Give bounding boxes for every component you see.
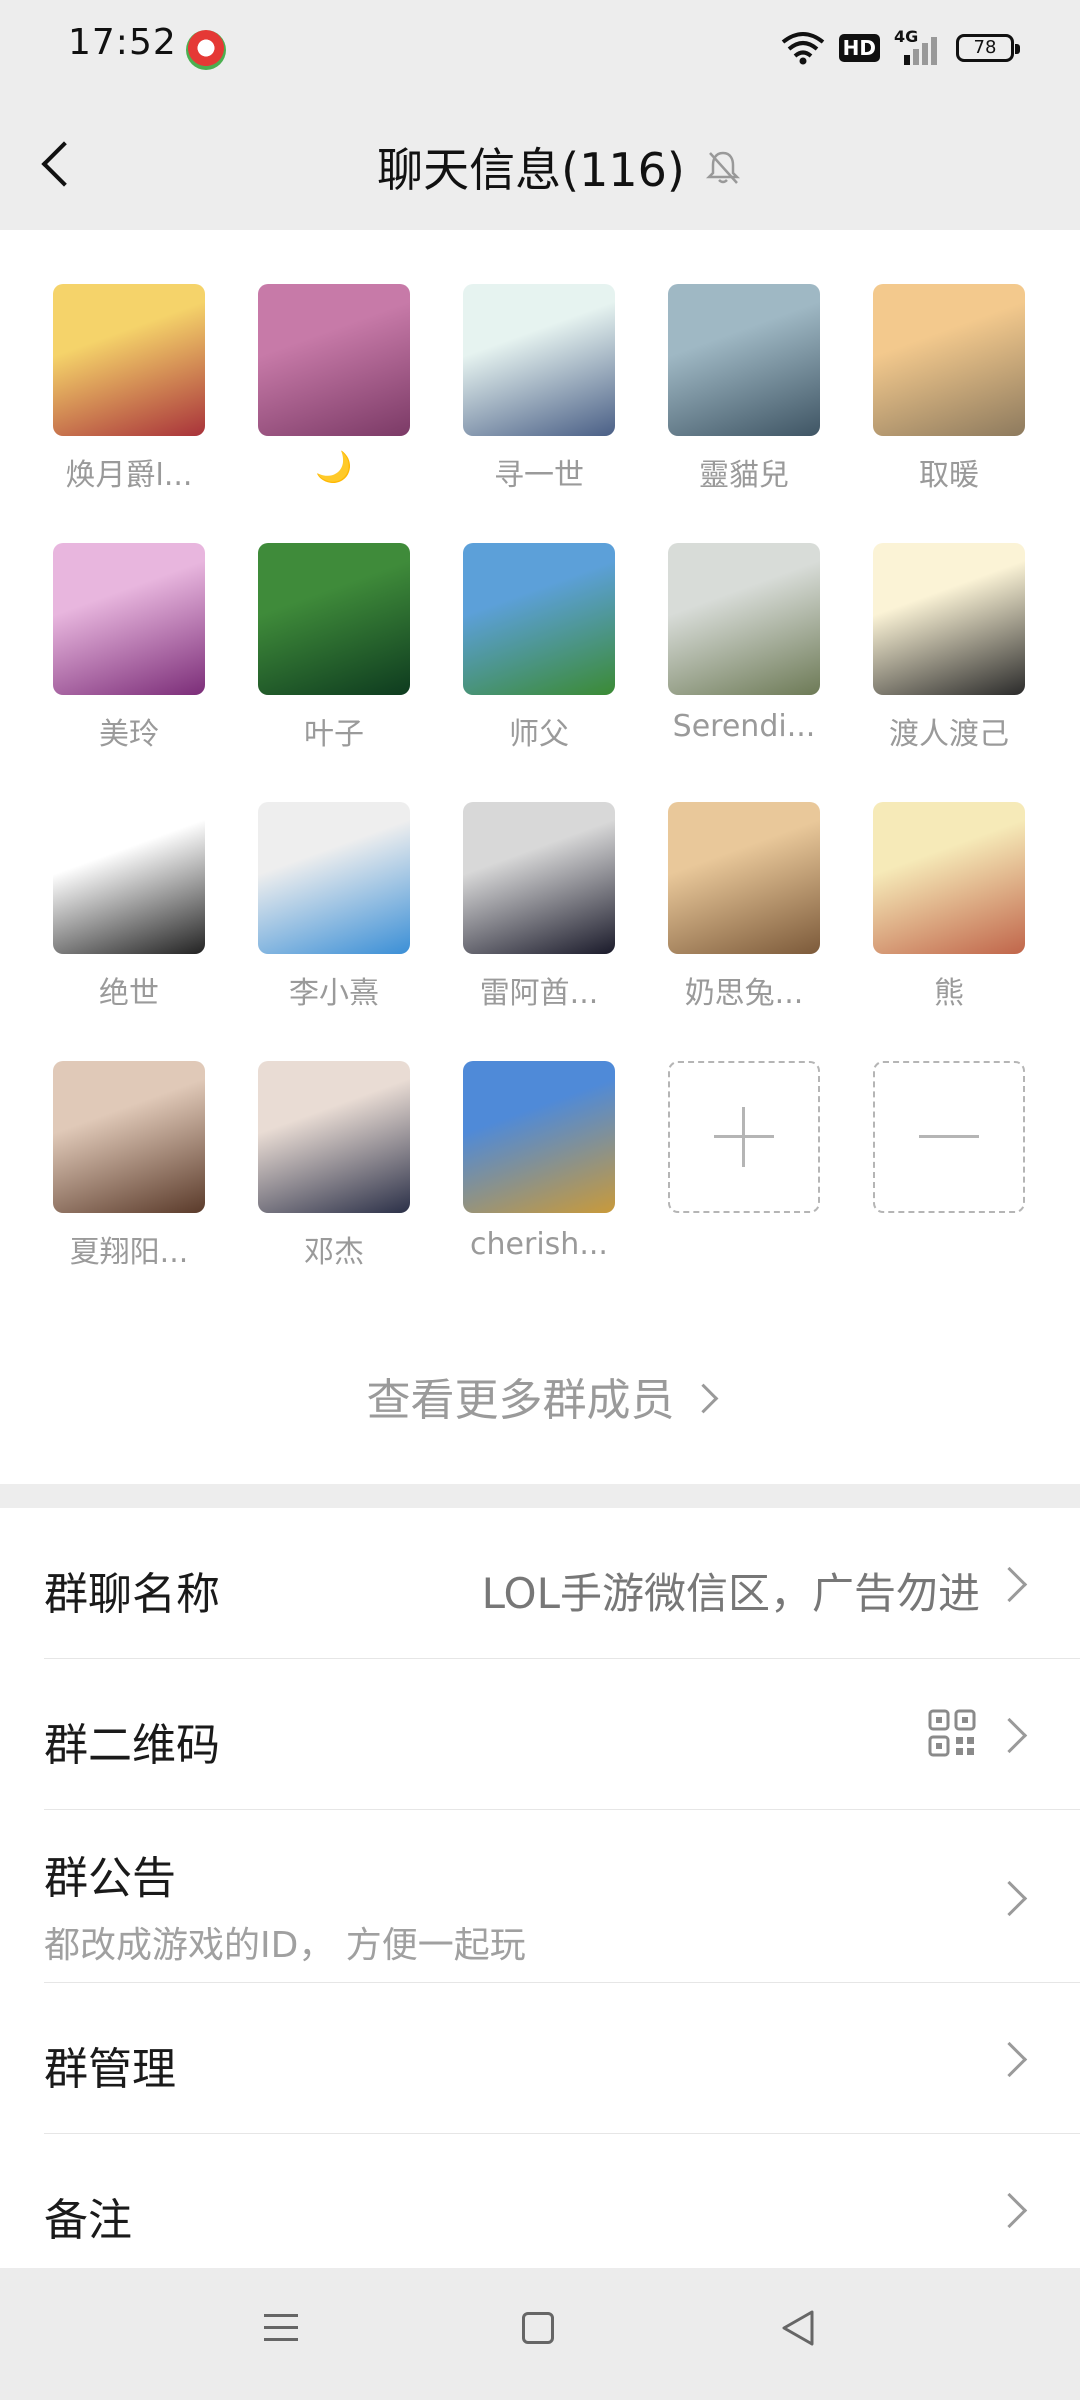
member-name: 李小熹 <box>289 976 379 1011</box>
qr-code-icon <box>928 1709 976 1757</box>
chevron-right-icon <box>991 1566 1028 1603</box>
member-name: 渡人渡己 <box>889 717 1009 752</box>
view-more-members-link[interactable]: 查看更多群成员 <box>0 1364 1080 1428</box>
member-name: 叶子 <box>304 717 364 752</box>
network-type-label: 4G <box>894 27 919 46</box>
member-item[interactable]: Serendi... <box>668 543 820 744</box>
member-name: cherish... <box>470 1227 608 1262</box>
member-item[interactable]: 师父 <box>463 543 615 753</box>
member-item[interactable]: 渡人渡己 <box>873 543 1025 753</box>
system-nav-bar <box>0 2268 1080 2400</box>
chevron-right-icon <box>688 1383 718 1414</box>
group-name-label: 群聊名称 <box>44 1569 220 1620</box>
menu-icon[interactable] <box>262 2308 302 2348</box>
member-name: 绝世 <box>99 976 159 1011</box>
member-item[interactable]: 取暖 <box>873 284 1025 494</box>
member-name: 邓杰 <box>304 1235 364 1270</box>
signal-icon: 4G <box>894 27 942 67</box>
member-name: 取暖 <box>919 458 979 493</box>
battery-icon: 78 <box>956 34 1020 62</box>
group-qr-label: 群二维码 <box>44 1720 220 1771</box>
member-panel: 焕月爵l... 🌙 寻一世 靈貓兒 取暖美玲 叶子 师父 Serendi... 渡人渡己绝世 李小… <box>0 230 1080 1484</box>
member-name: 靈貓兒 <box>699 458 789 493</box>
member-name: 🌙 <box>315 450 353 485</box>
chevron-right-icon <box>991 1880 1028 1917</box>
member-item[interactable]: 邓杰 <box>258 1061 410 1271</box>
member-name: Serendi... <box>672 709 816 744</box>
announcement-row[interactable]: 群公告 都改成游戏的ID， 方便一起玩 <box>0 1810 1080 1982</box>
title-bar: 聊天信息(116) <box>0 96 1080 230</box>
group-management-label: 群管理 <box>44 2044 176 2095</box>
page-title: 聊天信息(116) <box>377 143 685 197</box>
member-item[interactable]: 🌙 <box>258 284 410 485</box>
avatar <box>258 543 410 695</box>
member-item[interactable]: 李小熹 <box>258 802 410 1012</box>
remark-label: 备注 <box>44 2195 132 2246</box>
avatar <box>668 802 820 954</box>
avatar <box>463 543 615 695</box>
avatar <box>258 802 410 954</box>
member-item[interactable]: 夏翔阳... <box>53 1061 205 1271</box>
avatar <box>53 1061 205 1213</box>
member-item[interactable]: 雷阿酋... <box>463 802 615 1012</box>
chevron-right-icon <box>991 2041 1028 2078</box>
announcement-label: 群公告 <box>44 1853 176 1904</box>
member-item[interactable]: 美玲 <box>53 543 205 753</box>
add-member-button[interactable] <box>668 1061 820 1213</box>
avatar <box>53 543 205 695</box>
minus-icon <box>873 1061 1025 1213</box>
hd-icon: HD <box>838 34 880 62</box>
view-more-label: 查看更多群成员 <box>366 1375 675 1426</box>
remove-member-button[interactable] <box>873 1061 1025 1213</box>
member-name: 师父 <box>509 717 569 752</box>
app-notification-icon <box>186 30 226 70</box>
member-name: 夏翔阳... <box>69 1235 189 1270</box>
chevron-right-icon <box>991 2192 1028 2229</box>
home-icon[interactable] <box>522 2312 554 2344</box>
mute-bell-icon <box>705 151 740 184</box>
avatar <box>463 802 615 954</box>
member-name: 奶思兔... <box>684 976 804 1011</box>
group-name-row[interactable]: 群聊名称 LOL手游微信区，广告勿进 <box>0 1508 1080 1658</box>
avatar <box>873 802 1025 954</box>
member-item[interactable]: 靈貓兒 <box>668 284 820 494</box>
avatar <box>873 284 1025 436</box>
remark-row[interactable]: 备注 <box>0 2134 1080 2268</box>
avatar <box>668 284 820 436</box>
member-item[interactable]: 叶子 <box>258 543 410 753</box>
chevron-right-icon <box>991 1717 1028 1754</box>
group-management-row[interactable]: 群管理 <box>0 1983 1080 2133</box>
avatar <box>463 1061 615 1213</box>
back-triangle-icon[interactable] <box>780 2308 816 2348</box>
avatar <box>258 284 410 436</box>
member-item[interactable]: 焕月爵l... <box>53 284 205 494</box>
member-item[interactable]: cherish... <box>463 1061 615 1262</box>
status-time: 17:52 <box>68 22 177 63</box>
settings-list: 群聊名称 LOL手游微信区，广告勿进 群二维码 群公告 都改成游戏的ID， 方便… <box>0 1508 1080 2268</box>
group-name-value: LOL手游微信区，广告勿进 <box>481 1569 980 1618</box>
member-item[interactable]: 绝世 <box>53 802 205 1012</box>
wifi-icon <box>781 32 824 65</box>
member-name: 熊 <box>934 976 964 1011</box>
announcement-text: 都改成游戏的ID， 方便一起玩 <box>44 1925 526 1966</box>
member-name: 寻一世 <box>494 458 584 493</box>
member-name: 雷阿酋... <box>479 976 599 1011</box>
avatar <box>53 284 205 436</box>
avatar <box>873 543 1025 695</box>
member-name: 美玲 <box>99 717 159 752</box>
member-item[interactable]: 奶思兔... <box>668 802 820 1012</box>
member-item[interactable]: 熊 <box>873 802 1025 1012</box>
member-name: 焕月爵l... <box>65 458 193 493</box>
plus-icon <box>668 1061 820 1213</box>
avatar <box>668 543 820 695</box>
member-item[interactable]: 寻一世 <box>463 284 615 494</box>
status-bar: 17:52 HD 4G 78 <box>0 0 1080 96</box>
avatar <box>258 1061 410 1213</box>
avatar <box>463 284 615 436</box>
avatar <box>53 802 205 954</box>
group-qr-row[interactable]: 群二维码 <box>0 1659 1080 1809</box>
